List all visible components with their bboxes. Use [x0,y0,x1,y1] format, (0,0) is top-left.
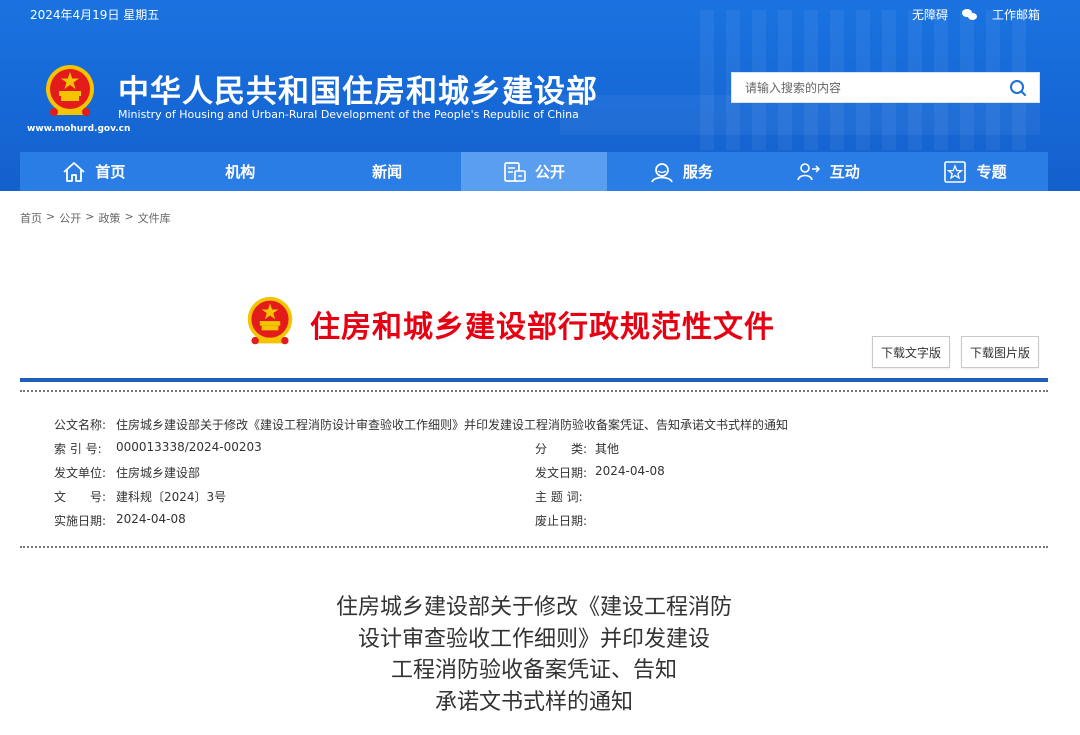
site-subtitle: Ministry of Housing and Urban-Rural Deve… [118,108,579,121]
meta-subject: 主 题 词: [535,488,595,505]
nav-label: 机构 [225,163,256,181]
home-icon [63,161,86,182]
meta-doc-number: 文 号: 建科规〔2024〕3号 [54,488,226,505]
search-box [731,72,1040,103]
search-icon[interactable] [1007,78,1029,98]
meta-label: 废止日期: [535,514,588,528]
breadcrumb-separator: > [46,210,56,223]
wechat-icon[interactable] [961,8,978,21]
site-header: 2024年4月19日 星期五 无障碍 工作邮箱 www.mohurd.gov.c… [0,0,1080,191]
meta-issue-date: 发文日期: 2024-04-08 [535,464,665,481]
main-nav: 首页 机构 新闻 公开 服务 互动 专题 [20,152,1048,191]
breadcrumb-public[interactable]: 公开 [59,210,81,226]
meta-abolish-date: 废止日期: [535,512,595,529]
nav-label: 公开 [535,163,566,181]
breadcrumb-policy[interactable]: 政策 [98,210,120,226]
breadcrumb-separator: > [85,210,95,223]
meta-label: 发文单位: [54,466,107,480]
meta-value: 其他 [595,442,620,456]
document-type-banner: 住房和城乡建设部行政规范性文件 [310,310,775,345]
divider-dotted [20,390,1048,392]
current-date: 2024年4月19日 星期五 [30,8,160,22]
nav-item-public[interactable]: 公开 [460,152,608,191]
nav-label: 新闻 [372,163,403,181]
meta-effective-date: 实施日期: 2024-04-08 [54,512,186,529]
nav-label: 互动 [829,163,860,181]
document-title-line: 住房城乡建设部关于修改《建设工程消防 [335,595,732,620]
meta-label: 实施日期: [54,514,107,528]
star-icon [943,160,966,183]
top-links: 无障碍 工作邮箱 [912,6,1040,23]
accessibility-link[interactable]: 无障碍 [912,6,948,23]
site-title: 中华人民共和国住房和城乡建设部 [118,74,598,110]
meta-label: 索 引 号: [54,442,102,456]
meta-index: 索 引 号: 000013338/2024-00203 [54,440,262,457]
meta-value: 住房城乡建设部 [116,466,201,480]
divider-blue [20,378,1048,382]
search-input[interactable] [732,73,997,102]
meta-value: 住房城乡建设部关于修改《建设工程消防设计审查验收工作细则》并印发建设工程消防验收… [116,418,789,432]
meta-doc-name: 公文名称: 住房城乡建设部关于修改《建设工程消防设计审查验收工作细则》并印发建设… [54,416,788,433]
nav-item-service[interactable]: 服务 [607,152,754,191]
document-title-line: 设计审查验收工作细则》并印发建设 [357,626,710,652]
meta-label: 公文名称: [54,418,107,432]
work-mail-link[interactable]: 工作邮箱 [992,6,1040,23]
meta-value: 2024-04-08 [595,464,665,478]
document-icon [504,161,526,182]
national-emblem-icon [46,65,94,116]
nav-label: 专题 [976,163,1007,181]
nav-item-interaction[interactable]: 互动 [754,152,901,191]
download-image-button[interactable]: 下载图片版 [961,336,1039,368]
download-text-button[interactable]: 下载文字版 [872,336,950,368]
nav-item-home[interactable]: 首页 [20,152,167,191]
meta-label: 主 题 词: [535,490,583,504]
document-title-line: 工程消防验收备案凭证、告知 [390,658,677,683]
document-title: 住房城乡建设部关于修改《建设工程消防 设计审查验收工作细则》并印发建设 工程消防… [0,592,1068,718]
meta-category: 分 类: 其他 [535,440,619,457]
document-title-line: 承诺文书式样的通知 [434,689,633,715]
nav-label: 首页 [95,163,126,181]
divider-dotted [20,546,1048,548]
meta-label: 分 类: [535,442,588,456]
site-url: www.mohurd.gov.cn [27,124,131,134]
nav-item-org[interactable]: 机构 [167,152,314,191]
breadcrumb: 首页 > 公开 > 政策 > 文件库 [20,210,171,226]
national-emblem-icon [247,296,293,345]
service-icon [651,162,673,182]
meta-value: 2024-04-08 [116,512,186,526]
nav-item-special[interactable]: 专题 [901,152,1048,191]
breadcrumb-separator: > [124,210,134,223]
breadcrumb-home[interactable]: 首页 [20,210,42,226]
meta-issuer: 发文单位: 住房城乡建设部 [54,464,200,481]
meta-value: 建科规〔2024〕3号 [116,490,227,504]
nav-label: 服务 [682,163,713,181]
interaction-icon [796,162,820,180]
meta-value: 000013338/2024-00203 [116,440,262,454]
meta-label: 发文日期: [535,466,588,480]
meta-label: 文 号: [54,490,107,504]
nav-item-news[interactable]: 新闻 [314,152,461,191]
breadcrumb-library[interactable]: 文件库 [138,210,171,226]
